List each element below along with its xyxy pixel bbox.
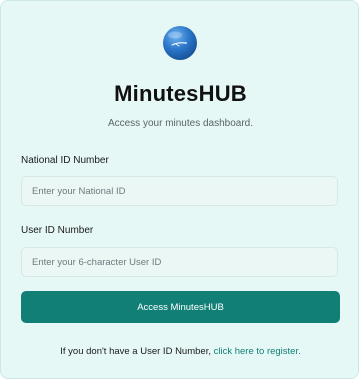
register-prompt-text: If you don't have a User ID Number,	[60, 346, 211, 357]
national-id-input[interactable]	[21, 176, 338, 206]
app-subtitle: Access your minutes dashboard.	[107, 118, 254, 129]
login-card: MinutesHUB Access your minutes dashboard…	[0, 0, 359, 379]
access-button[interactable]: Access MinutesHUB	[21, 291, 340, 323]
register-link[interactable]: click here to register.	[214, 346, 301, 357]
user-id-input[interactable]	[21, 247, 338, 277]
globe-icon	[163, 26, 197, 60]
user-id-label: User ID Number	[21, 225, 94, 236]
register-prompt: If you don't have a User ID Number, clic…	[1, 346, 359, 357]
national-id-label: National ID Number	[21, 155, 109, 166]
app-title: MinutesHUB	[114, 81, 247, 106]
